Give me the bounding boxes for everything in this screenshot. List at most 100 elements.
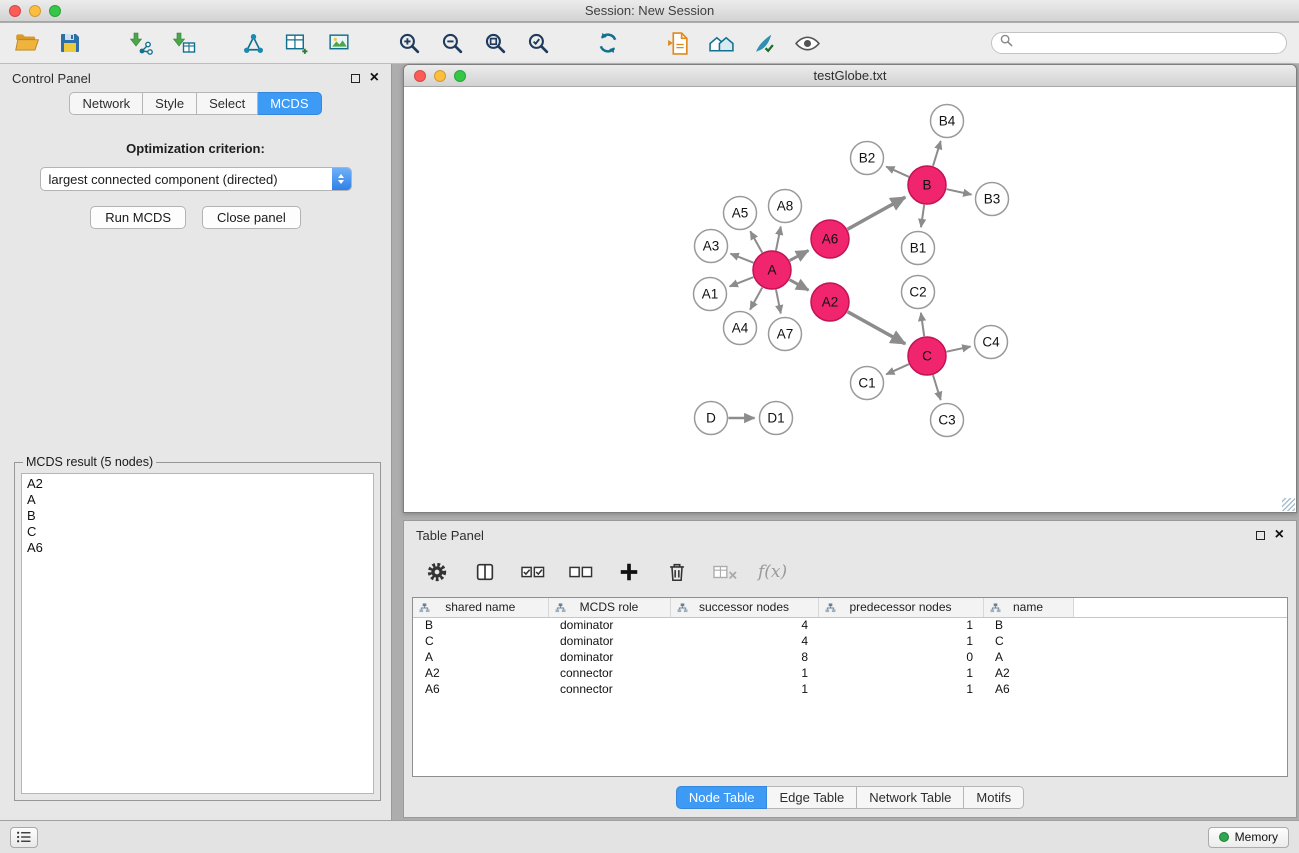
memory-button[interactable]: Memory — [1208, 827, 1289, 848]
table-cell[interactable]: dominator — [548, 633, 670, 649]
table-cell[interactable]: 1 — [818, 665, 983, 681]
network-close-button[interactable] — [414, 70, 426, 82]
table-cell[interactable]: 1 — [818, 617, 983, 633]
close-panel-icon[interactable]: × — [370, 73, 379, 83]
node-A3[interactable]: A3 — [695, 230, 728, 263]
close-window-button[interactable] — [9, 5, 21, 17]
table-row[interactable]: A2connector11A2 — [413, 665, 1287, 681]
table-cell[interactable]: A2 — [983, 665, 1073, 681]
maximize-window-button[interactable] — [49, 5, 61, 17]
table-cell[interactable]: connector — [548, 665, 670, 681]
tab-motifs[interactable]: Motifs — [964, 786, 1024, 809]
table-cell[interactable]: B — [413, 617, 548, 633]
mcds-result-item[interactable]: A2 — [27, 476, 368, 492]
node-A7[interactable]: A7 — [769, 318, 802, 351]
node-table[interactable]: shared nameMCDS rolesuccessor nodesprede… — [412, 597, 1288, 777]
edge-A2-C[interactable] — [848, 312, 906, 344]
edge-B-B3[interactable] — [947, 189, 972, 194]
session-document-icon[interactable] — [663, 28, 693, 58]
table-cell[interactable]: A6 — [413, 681, 548, 697]
network-graph[interactable]: B4B2BB3A5A8A6B1A3AC2A1A2A4A7CC4C1C3DD1 — [404, 88, 1296, 512]
refresh-icon[interactable] — [593, 28, 623, 58]
node-B1[interactable]: B1 — [902, 232, 935, 265]
network-canvas[interactable]: B4B2BB3A5A8A6B1A3AC2A1A2A4A7CC4C1C3DD1 — [404, 88, 1296, 512]
node-A5[interactable]: A5 — [724, 197, 757, 230]
column-header-name[interactable]: name — [983, 598, 1073, 617]
table-cell[interactable]: C — [413, 633, 548, 649]
node-C3[interactable]: C3 — [931, 404, 964, 437]
close-table-panel-icon[interactable]: × — [1275, 530, 1284, 540]
table-cell[interactable]: A2 — [413, 665, 548, 681]
float-panel-icon[interactable] — [351, 74, 360, 83]
show-columns-icon[interactable] — [470, 557, 500, 587]
tab-network[interactable]: Network — [69, 92, 143, 115]
new-network-icon[interactable] — [238, 28, 268, 58]
node-B3[interactable]: B3 — [976, 183, 1009, 216]
table-cell[interactable]: 8 — [670, 649, 818, 665]
import-table-icon[interactable] — [168, 28, 198, 58]
new-table-icon[interactable] — [281, 28, 311, 58]
close-panel-button[interactable]: Close panel — [202, 206, 301, 229]
node-D[interactable]: D — [695, 402, 728, 435]
tab-node-table[interactable]: Node Table — [676, 786, 768, 809]
mcds-result-item[interactable]: A6 — [27, 540, 368, 556]
home-layout-icon[interactable] — [706, 28, 736, 58]
export-image-icon[interactable] — [324, 28, 354, 58]
node-D1[interactable]: D1 — [760, 402, 793, 435]
table-cell[interactable]: A6 — [983, 681, 1073, 697]
function-builder-icon[interactable]: f(x) — [758, 562, 787, 582]
optimization-criterion-dropdown[interactable]: largest connected component (directed) — [40, 167, 352, 191]
zoom-in-icon[interactable] — [394, 28, 424, 58]
float-table-panel-icon[interactable] — [1256, 531, 1265, 540]
table-cell[interactable]: 1 — [670, 665, 818, 681]
table-row[interactable]: Bdominator41B — [413, 617, 1287, 633]
table-row[interactable]: A6connector11A6 — [413, 681, 1287, 697]
edge-A-A6[interactable] — [790, 251, 809, 261]
edge-A-A1[interactable] — [730, 277, 754, 286]
mcds-result-item[interactable]: C — [27, 524, 368, 540]
column-header-successor-nodes[interactable]: successor nodes — [670, 598, 818, 617]
table-cell[interactable]: connector — [548, 681, 670, 697]
column-header-predecessor-nodes[interactable]: predecessor nodes — [818, 598, 983, 617]
search-field[interactable] — [991, 32, 1287, 54]
node-A4[interactable]: A4 — [724, 312, 757, 345]
edge-A-A8[interactable] — [776, 227, 781, 251]
tab-edge-table[interactable]: Edge Table — [767, 786, 857, 809]
edge-A-A5[interactable] — [750, 231, 762, 252]
tab-style[interactable]: Style — [143, 92, 197, 115]
mcds-result-item[interactable]: B — [27, 508, 368, 524]
table-cell[interactable]: B — [983, 617, 1073, 633]
minimize-window-button[interactable] — [29, 5, 41, 17]
network-minimize-button[interactable] — [434, 70, 446, 82]
table-row[interactable]: Cdominator41C — [413, 633, 1287, 649]
open-session-icon[interactable] — [12, 28, 42, 58]
edge-B-B4[interactable] — [933, 141, 941, 166]
edge-C-C4[interactable] — [947, 347, 971, 352]
tab-mcds[interactable]: MCDS — [258, 92, 321, 115]
node-C2[interactable]: C2 — [902, 276, 935, 309]
table-cell[interactable]: A — [413, 649, 548, 665]
table-row[interactable]: Adominator80A — [413, 649, 1287, 665]
table-cell[interactable]: 4 — [670, 617, 818, 633]
node-A8[interactable]: A8 — [769, 190, 802, 223]
table-cell[interactable]: C — [983, 633, 1073, 649]
edge-C-C3[interactable] — [933, 375, 941, 400]
node-B2[interactable]: B2 — [851, 142, 884, 175]
table-cell[interactable]: 1 — [818, 681, 983, 697]
edge-B-B2[interactable] — [886, 167, 909, 177]
window-resize-handle[interactable] — [1282, 498, 1295, 511]
table-cell[interactable]: 1 — [670, 681, 818, 697]
node-A[interactable]: A — [753, 251, 791, 289]
column-header-mcds-role[interactable]: MCDS role — [548, 598, 670, 617]
node-B4[interactable]: B4 — [931, 105, 964, 138]
table-cell[interactable]: 4 — [670, 633, 818, 649]
table-settings-gear-icon[interactable] — [422, 557, 452, 587]
import-network-icon[interactable] — [125, 28, 155, 58]
node-A6[interactable]: A6 — [811, 220, 849, 258]
edge-A-A4[interactable] — [750, 288, 762, 310]
edge-C-C1[interactable] — [886, 364, 909, 374]
node-C[interactable]: C — [908, 337, 946, 375]
zoom-fit-icon[interactable] — [480, 28, 510, 58]
node-A2[interactable]: A2 — [811, 283, 849, 321]
search-input[interactable] — [1018, 36, 1278, 50]
